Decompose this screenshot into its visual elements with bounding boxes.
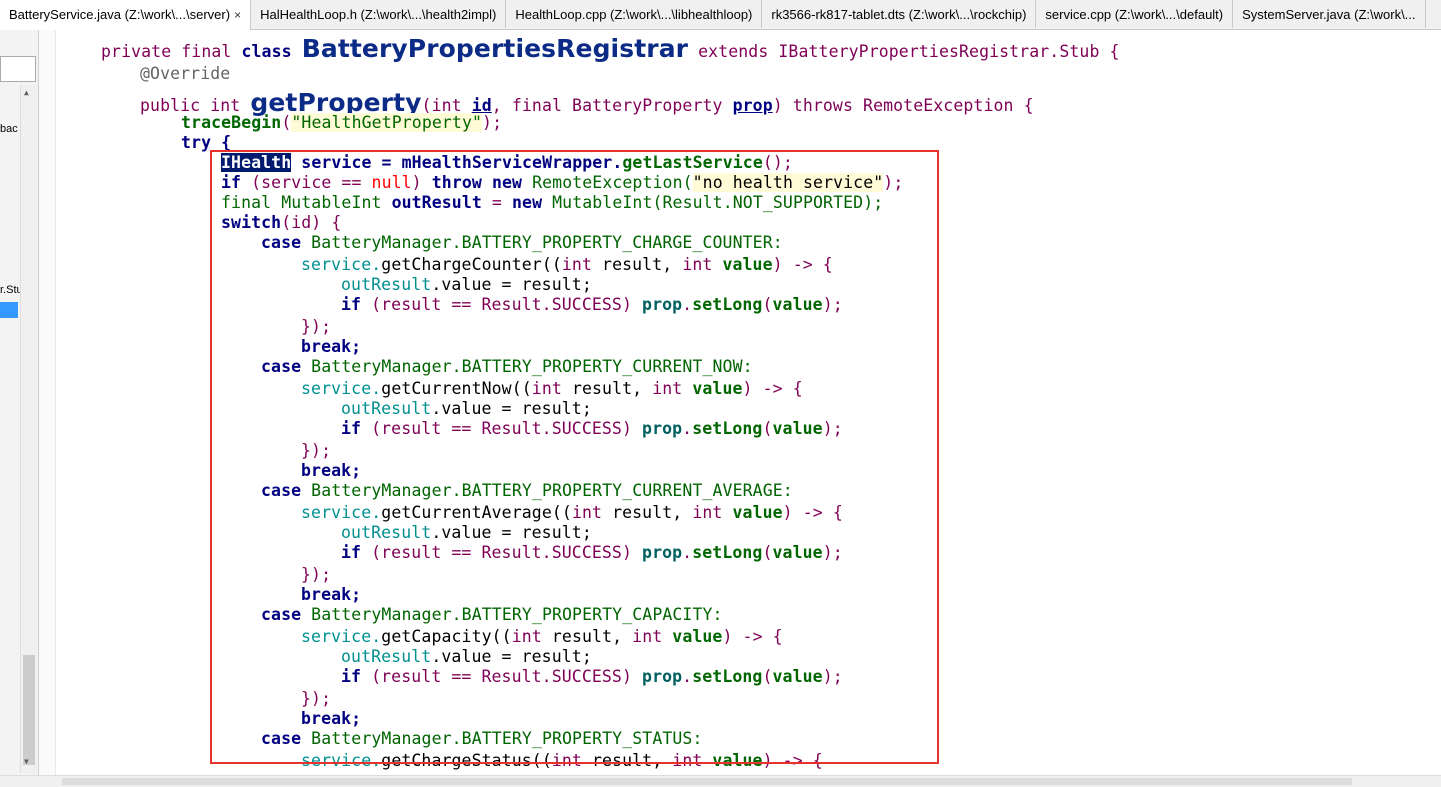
tab-label: SystemServer.java (Z:\work\... [1242, 7, 1416, 22]
tab-label: HalHealthLoop.h (Z:\work\...\health2impl… [260, 7, 497, 22]
code-line: @Override [140, 64, 231, 83]
highlight-annotation-box [210, 150, 939, 764]
tab-label: rk3566-rk817-tablet.dts (Z:\work\...\roc… [771, 7, 1027, 22]
tab-halhealthloop-h[interactable]: HalHealthLoop.h (Z:\work\...\health2impl… [251, 0, 507, 28]
close-icon[interactable]: × [234, 8, 241, 22]
tab-systemserver-java[interactable]: SystemServer.java (Z:\work\... [1233, 0, 1426, 28]
tab-label: service.cpp (Z:\work\...\default) [1045, 7, 1224, 22]
code-line: private final class BatteryPropertiesReg… [101, 34, 1120, 63]
editor-tab-bar: BatteryService.java (Z:\work\...\server)… [0, 0, 1441, 30]
tab-batteryservice-java[interactable]: BatteryService.java (Z:\work\...\server)… [0, 0, 252, 30]
tab-service-cpp[interactable]: service.cpp (Z:\work\...\default) [1036, 0, 1234, 28]
tab-label: BatteryService.java (Z:\work\...\server) [9, 7, 231, 22]
tab-rk3566-dts[interactable]: rk3566-rk817-tablet.dts (Z:\work\...\roc… [762, 0, 1037, 28]
scrollbar-thumb[interactable] [62, 778, 1352, 785]
horizontal-scrollbar[interactable] [0, 775, 1441, 787]
tab-label: HealthLoop.cpp (Z:\work\...\libhealthloo… [515, 7, 753, 22]
code-line: traceBegin("HealthGetProperty"); [181, 113, 503, 132]
tab-healthloop-cpp[interactable]: HealthLoop.cpp (Z:\work\...\libhealthloo… [506, 0, 763, 28]
